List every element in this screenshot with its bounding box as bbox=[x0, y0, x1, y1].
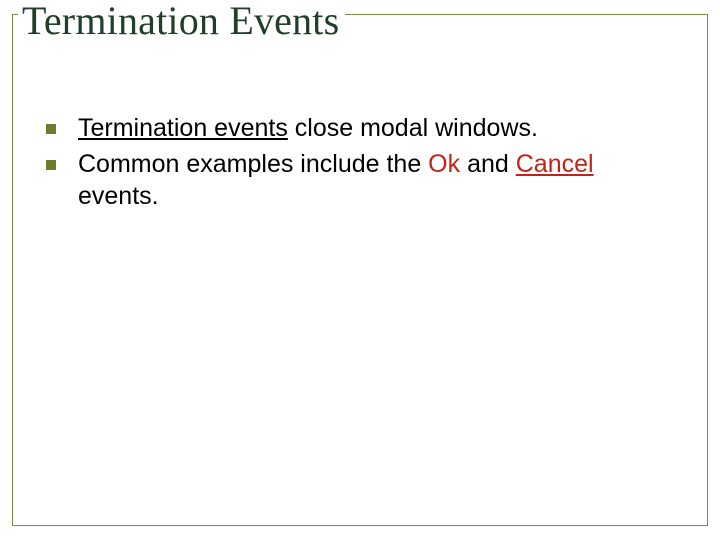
ok-term: Ok bbox=[428, 150, 460, 178]
bullet-row: Common examples include the Ok and Cance… bbox=[46, 148, 666, 212]
text-segment: and bbox=[460, 150, 516, 178]
bullet-text: Common examples include the Ok and Cance… bbox=[78, 148, 666, 212]
text-segment: Common examples include the bbox=[78, 150, 428, 178]
square-bullet-icon bbox=[46, 160, 56, 170]
title-wrap: Termination Events bbox=[18, 0, 345, 42]
slide-frame bbox=[12, 14, 708, 526]
slide-content: Termination events close modal windows. … bbox=[46, 112, 666, 216]
underlined-term: Termination events bbox=[78, 114, 288, 142]
square-bullet-icon bbox=[46, 124, 56, 134]
text-segment: close modal windows. bbox=[288, 114, 538, 142]
bullet-row: Termination events close modal windows. bbox=[46, 112, 666, 144]
cancel-term: Cancel bbox=[516, 150, 594, 178]
text-segment: events. bbox=[78, 182, 159, 210]
bullet-text: Termination events close modal windows. bbox=[78, 112, 538, 144]
slide-title: Termination Events bbox=[22, 0, 339, 42]
